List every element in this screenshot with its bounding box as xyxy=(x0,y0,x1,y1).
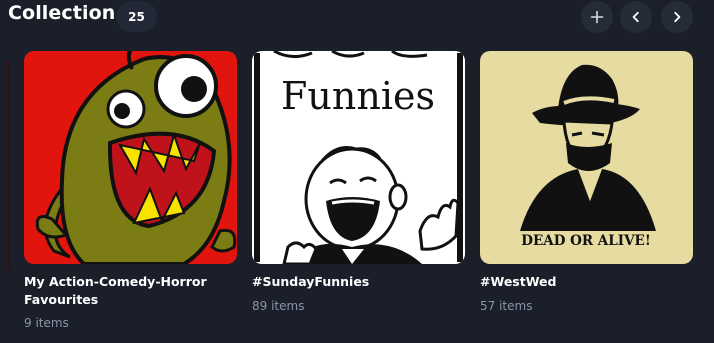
chevron-right-icon xyxy=(674,11,681,23)
collection-card[interactable]: DEAD OR ALIVE! #WestWed 57 items xyxy=(480,51,693,314)
previous-button[interactable] xyxy=(620,1,652,33)
chevron-left-icon xyxy=(632,11,639,23)
collection-item-count: 89 items xyxy=(252,299,305,313)
add-collection-button[interactable] xyxy=(581,1,613,33)
collection-name[interactable]: #SundayFunnies xyxy=(252,273,465,291)
collection-card[interactable]: My Action-Comedy-Horror Favourites 9 ite… xyxy=(24,51,237,331)
plus-icon xyxy=(590,10,604,24)
dead-or-alive-text: DEAD OR ALIVE! xyxy=(521,233,651,249)
monster-image xyxy=(24,51,237,264)
collection-thumbnail[interactable]: Funnies xyxy=(252,51,465,264)
funnies-word: Funnies xyxy=(281,74,435,118)
collection-item-count: 57 items xyxy=(480,299,533,313)
collection-thumbnail[interactable] xyxy=(24,51,237,264)
previous-card-edge xyxy=(8,60,10,270)
cowboy-poster-image: DEAD OR ALIVE! xyxy=(480,51,693,264)
collection-item-count: 9 items xyxy=(24,316,69,330)
collection-header: Collection 25 xyxy=(0,0,714,40)
collection-panel: Collection 25 My Action-Comedy-Horror Fa… xyxy=(0,0,714,343)
laughing-man-image: Funnies xyxy=(252,51,465,264)
collection-title: Collection xyxy=(8,2,116,24)
collection-count-badge: 25 xyxy=(116,1,157,32)
collection-name[interactable]: #WestWed xyxy=(480,273,693,291)
next-button[interactable] xyxy=(661,1,693,33)
collection-thumbnail[interactable]: DEAD OR ALIVE! xyxy=(480,51,693,264)
collection-name[interactable]: My Action-Comedy-Horror Favourites xyxy=(24,273,237,309)
collection-card[interactable]: Funnies #SundayFunnies 89 items xyxy=(252,51,465,314)
